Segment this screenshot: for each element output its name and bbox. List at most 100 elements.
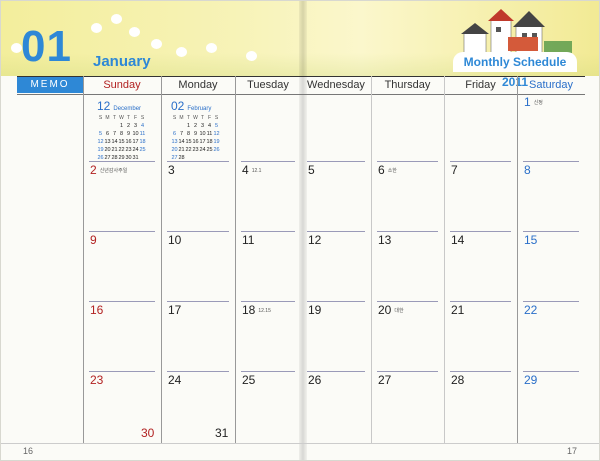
date-cell[interactable]: 24: [168, 373, 181, 387]
mini-day: 13: [104, 139, 111, 145]
date-number: 20: [378, 303, 392, 317]
mini-day: [97, 122, 104, 130]
date-number: 14: [451, 233, 465, 247]
week-separator: [167, 301, 229, 302]
mini-day: 11: [206, 131, 213, 137]
week-separator: [89, 301, 155, 302]
mini-dow: T: [112, 115, 117, 121]
mini-day: 2: [126, 123, 131, 129]
week-separator: [167, 231, 229, 232]
date-cell[interactable]: 20 대한: [378, 303, 404, 317]
date-cell[interactable]: 30: [141, 426, 154, 440]
week-separator: [307, 161, 365, 162]
date-cell[interactable]: 6 소한: [378, 163, 397, 177]
mini-dow: T: [186, 115, 191, 121]
date-cell[interactable]: 25: [242, 373, 255, 387]
week-separator: [523, 231, 579, 232]
date-cell[interactable]: 12: [308, 233, 321, 247]
date-cell[interactable]: 9: [90, 233, 97, 247]
month-name: January: [93, 53, 151, 70]
mini-day: 6: [172, 131, 177, 137]
mini-calendar-february: 02 February S M T W T F S 1 2 3 4 5 6 7 8 9 10 11 12 13 14 15 1…: [171, 99, 220, 162]
mini-day: 23: [125, 147, 132, 153]
date-number: 19: [308, 303, 322, 317]
date-cell[interactable]: 27: [378, 373, 391, 387]
date-cell[interactable]: 1 신정: [524, 95, 543, 109]
week-separator: [523, 301, 579, 302]
date-note: 소한: [387, 168, 397, 175]
date-number: 31: [215, 426, 229, 440]
mini-day: 8: [186, 131, 191, 137]
date-cell[interactable]: 23: [90, 373, 103, 387]
mini-day: 15: [118, 139, 125, 145]
date-note: 신년감사주일: [99, 168, 128, 175]
mini-day: [206, 154, 213, 162]
mini-calendar-december: 12 December S M T W T F S 1 2 3 4 5 6 7 8 9 10 11 12 13 14 15 1…: [97, 99, 146, 162]
date-cell[interactable]: 26: [308, 373, 321, 387]
date-cell[interactable]: 22: [524, 303, 537, 317]
date-cell[interactable]: 16: [90, 303, 103, 317]
mini-dow: F: [133, 115, 138, 121]
mini-day: 7: [112, 131, 117, 137]
column-divider: [444, 76, 445, 443]
week-separator: [377, 301, 438, 302]
date-cell[interactable]: 8: [524, 163, 531, 177]
mini-day: 4: [207, 123, 212, 129]
mini-day: 26: [213, 147, 220, 153]
mini-day: 9: [126, 131, 131, 137]
date-number: 16: [90, 303, 104, 317]
week-separator: [241, 161, 295, 162]
mini-month-name: December: [113, 106, 142, 112]
week-separator: [377, 161, 438, 162]
mini-dow: T: [126, 115, 131, 121]
week-separator: [450, 301, 511, 302]
mini-calendar-table: S M T W T F S 1 2 3 4 5 6 7 8 9 10 11 12 13 14 15 16 17 18 19 20 21…: [171, 114, 220, 162]
date-number: 25: [242, 373, 256, 387]
mini-day: 20: [104, 147, 111, 153]
date-cell[interactable]: 28: [451, 373, 464, 387]
mini-day: 21: [178, 147, 185, 153]
planner-spread: 01 January Monthly Schedule 2011 MEMO Su…: [0, 0, 600, 461]
week-separator: [167, 371, 229, 372]
date-cell[interactable]: 3: [168, 163, 175, 177]
date-cell[interactable]: 2 신년감사주일: [90, 163, 127, 177]
date-cell[interactable]: 4 12.1: [242, 163, 261, 177]
flower-icon: [129, 27, 140, 37]
date-number: 11: [242, 233, 255, 247]
date-cell[interactable]: 14: [451, 233, 464, 247]
date-number: 26: [308, 373, 322, 387]
date-cell[interactable]: 31: [215, 426, 228, 440]
mini-dow: S: [98, 115, 103, 121]
date-cell[interactable]: 5: [308, 163, 315, 177]
mini-day: 16: [192, 139, 199, 145]
mini-dow: S: [214, 115, 219, 121]
mini-day: 18: [139, 139, 146, 145]
mini-day: [199, 154, 206, 162]
flower-icon: [206, 43, 217, 53]
date-cell[interactable]: 7: [451, 163, 458, 177]
week-separator: [523, 371, 579, 372]
mini-day: 1: [186, 123, 191, 129]
date-cell[interactable]: 29: [524, 373, 537, 387]
date-cell[interactable]: 10: [168, 233, 181, 247]
mini-day: 8: [119, 131, 124, 137]
mini-dow: W: [119, 115, 124, 121]
date-cell[interactable]: 17: [168, 303, 181, 317]
date-cell[interactable]: 15: [524, 233, 537, 247]
date-note: 신정: [533, 100, 543, 107]
week-separator: [307, 231, 365, 232]
page-number-right: 17: [566, 446, 577, 456]
week-separator: [450, 161, 511, 162]
date-note: 12.15: [258, 307, 271, 314]
mini-month-name: February: [187, 106, 212, 112]
mini-day: [111, 122, 118, 130]
week-separator: [241, 301, 295, 302]
date-cell[interactable]: 18 12.15: [242, 303, 271, 317]
date-number: 3: [168, 163, 175, 177]
date-cell[interactable]: 11: [242, 233, 254, 247]
date-cell[interactable]: 19: [308, 303, 321, 317]
date-cell[interactable]: 13: [378, 233, 391, 247]
mini-day: 4: [140, 123, 145, 129]
date-cell[interactable]: 21: [451, 303, 464, 317]
date-number: 9: [90, 233, 97, 247]
